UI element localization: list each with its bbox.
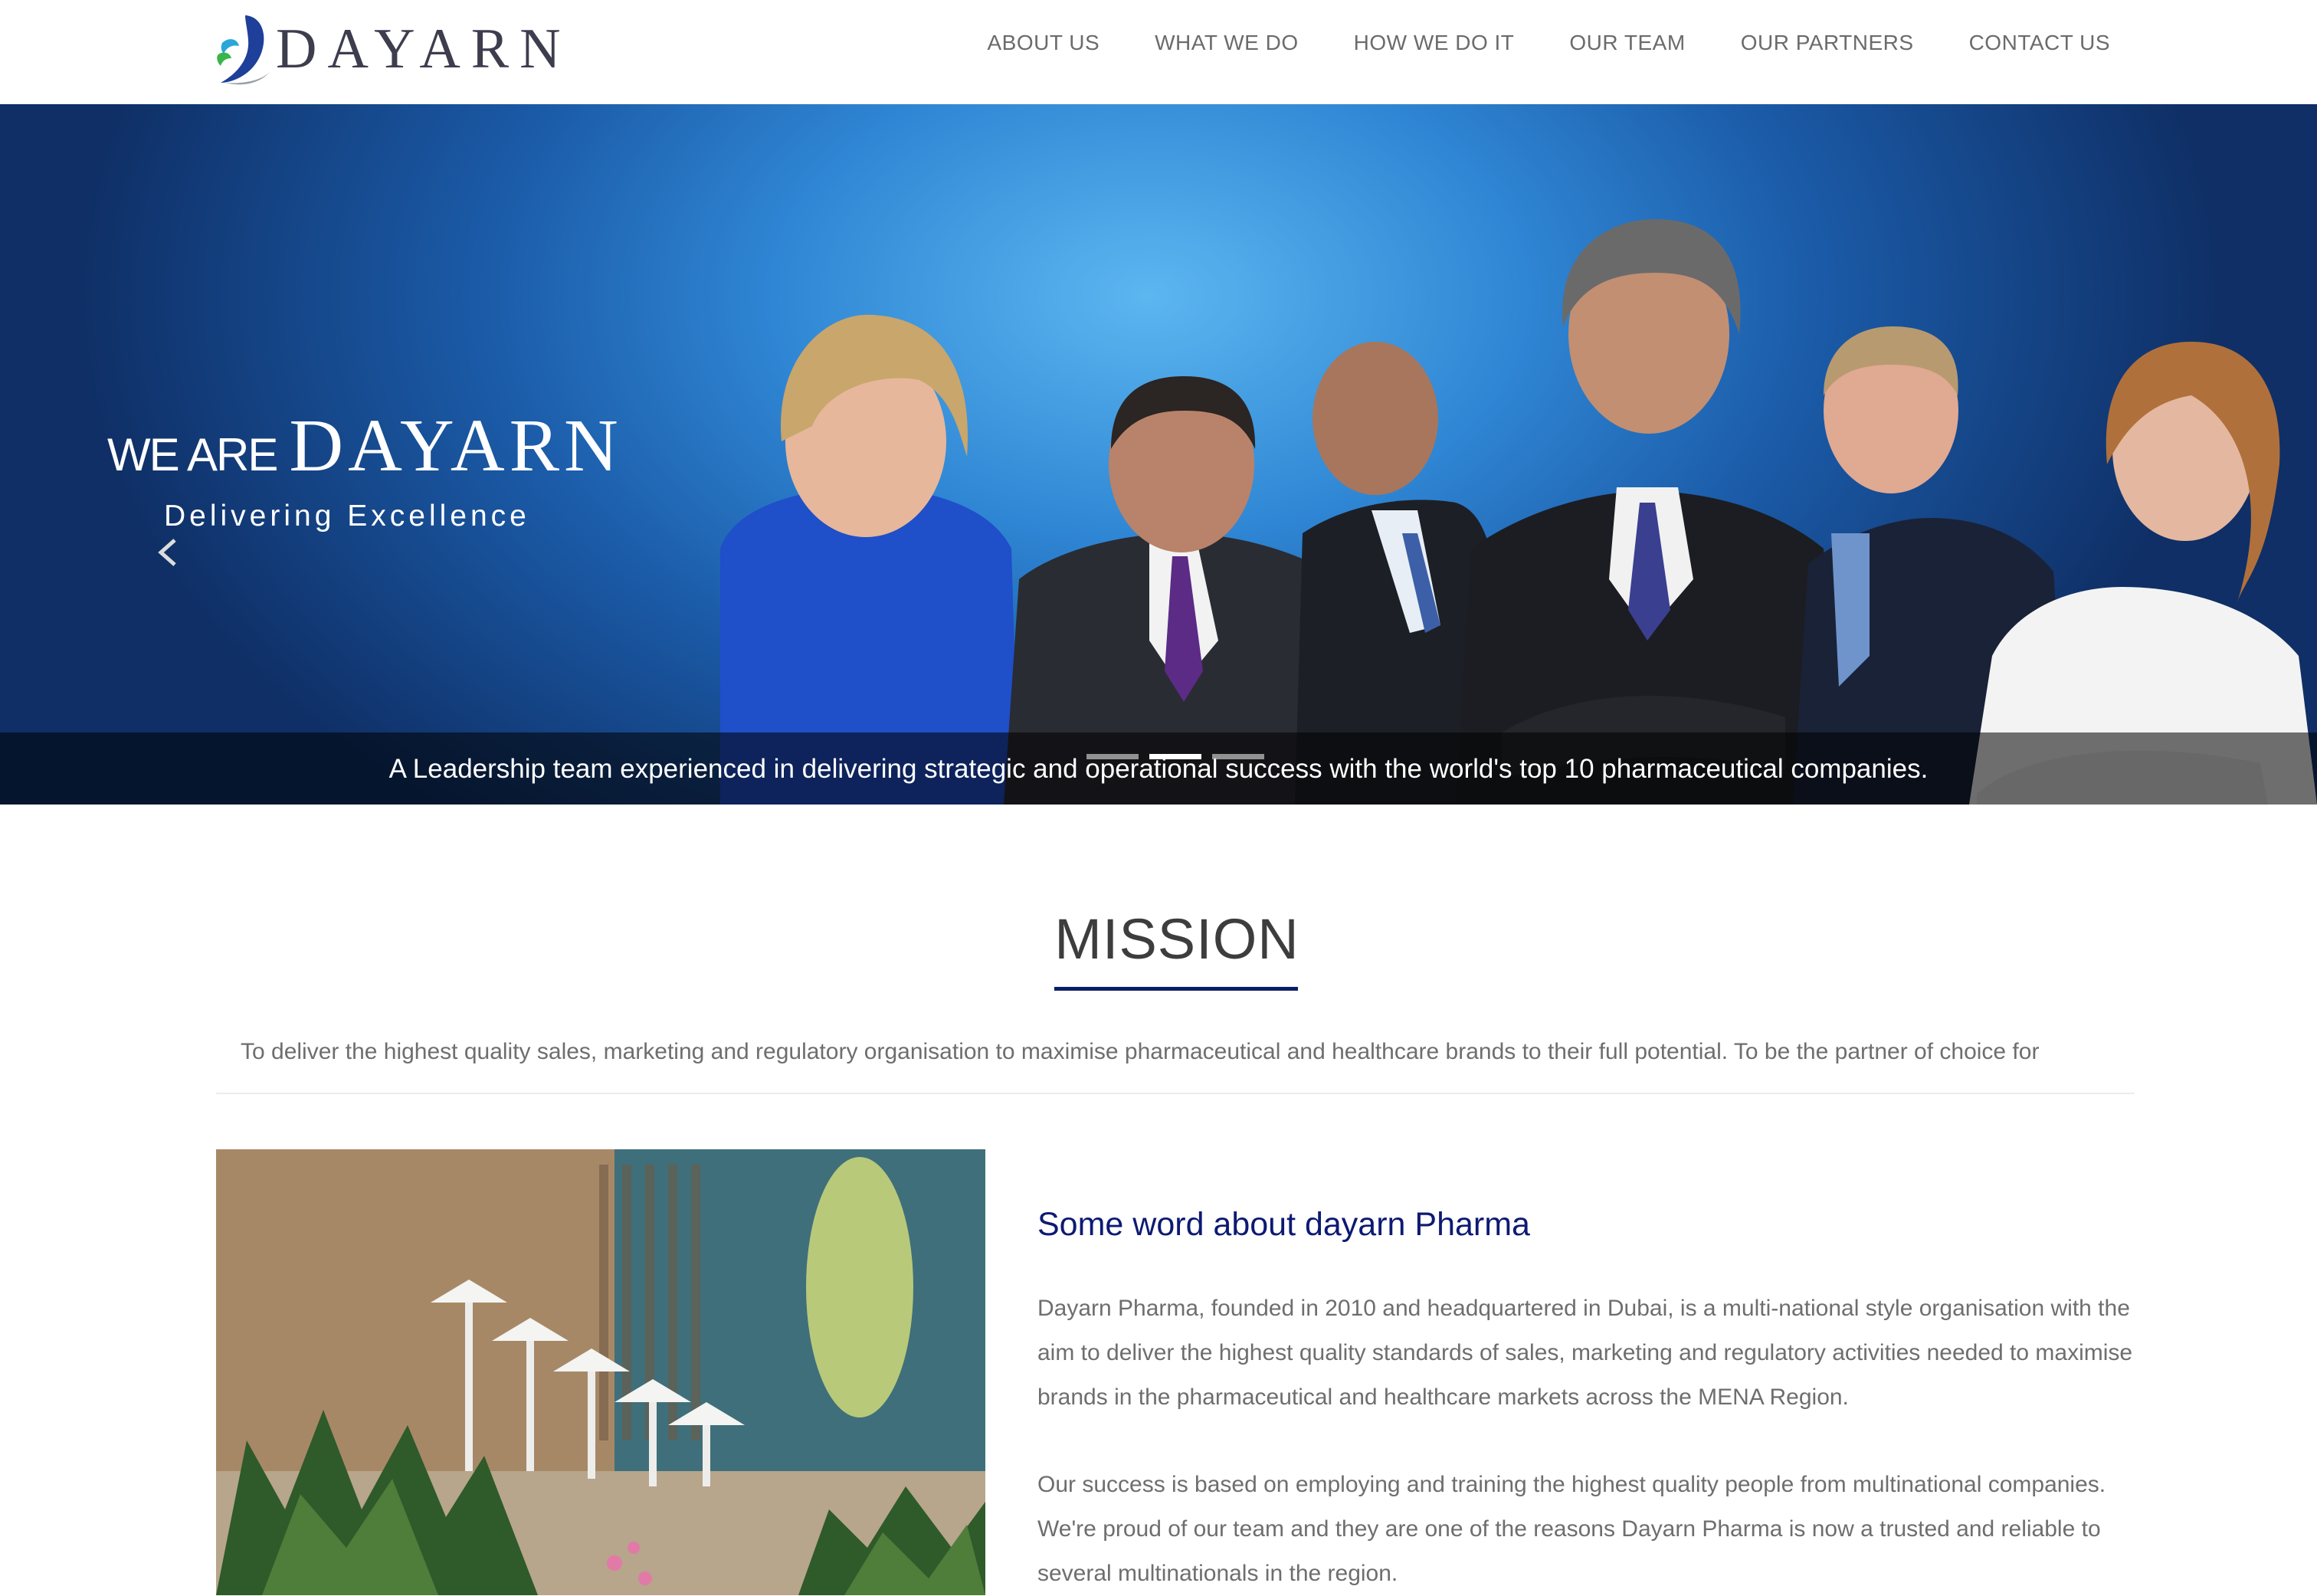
main-nav: ABOUT US WHAT WE DO HOW WE DO IT OUR TEA…: [932, 31, 2111, 55]
headquarters-photo: [216, 1149, 985, 1595]
slide-indicator[interactable]: [1086, 754, 1139, 759]
hero-title: WE ARE DAYARN: [107, 403, 623, 489]
site-header: DAYARN ABOUT US WHAT WE DO HOW WE DO IT …: [0, 0, 2317, 105]
section-divider: [216, 1093, 2135, 1094]
hero-title-brand: DAYARN: [289, 405, 623, 487]
about-paragraph: Dayarn Pharma, founded in 2010 and headq…: [1037, 1296, 2133, 1410]
dayarn-swoosh-logo-icon: [217, 15, 270, 85]
about-paragraph: Our success is based on employing and tr…: [1037, 1472, 2106, 1586]
slide-indicator-active[interactable]: [1149, 754, 1201, 759]
nav-what-we-do[interactable]: WHAT WE DO: [1155, 31, 1299, 55]
nav-contact-us[interactable]: CONTACT US: [1969, 31, 2110, 55]
slider-indicators: [1086, 754, 1275, 759]
hero-subtitle: Delivering Excellence: [164, 500, 530, 533]
slide-indicator[interactable]: [1212, 754, 1264, 759]
logo[interactable]: DAYARN: [215, 11, 572, 87]
chevron-left-icon[interactable]: [153, 537, 184, 568]
mission-title: MISSION: [1054, 907, 1299, 971]
about-heading: Some word about dayarn Pharma: [1037, 1206, 1530, 1243]
mission-text: To deliver the highest quality sales, ma…: [241, 1039, 2040, 1064]
nav-our-team[interactable]: OUR TEAM: [1569, 31, 1685, 55]
hero-slider[interactable]: WE ARE DAYARN Delivering Excellence A Lea…: [0, 104, 2317, 805]
hero-title-prefix: WE ARE: [107, 429, 278, 480]
nav-how-we-do-it[interactable]: HOW WE DO IT: [1354, 31, 1515, 55]
building-image: [216, 1149, 985, 1595]
nav-about-us[interactable]: ABOUT US: [988, 31, 1100, 55]
nav-our-partners[interactable]: OUR PARTNERS: [1741, 31, 1914, 55]
mission-title-underline: [1054, 987, 1298, 991]
logo-wordmark: DAYARN: [276, 17, 572, 80]
